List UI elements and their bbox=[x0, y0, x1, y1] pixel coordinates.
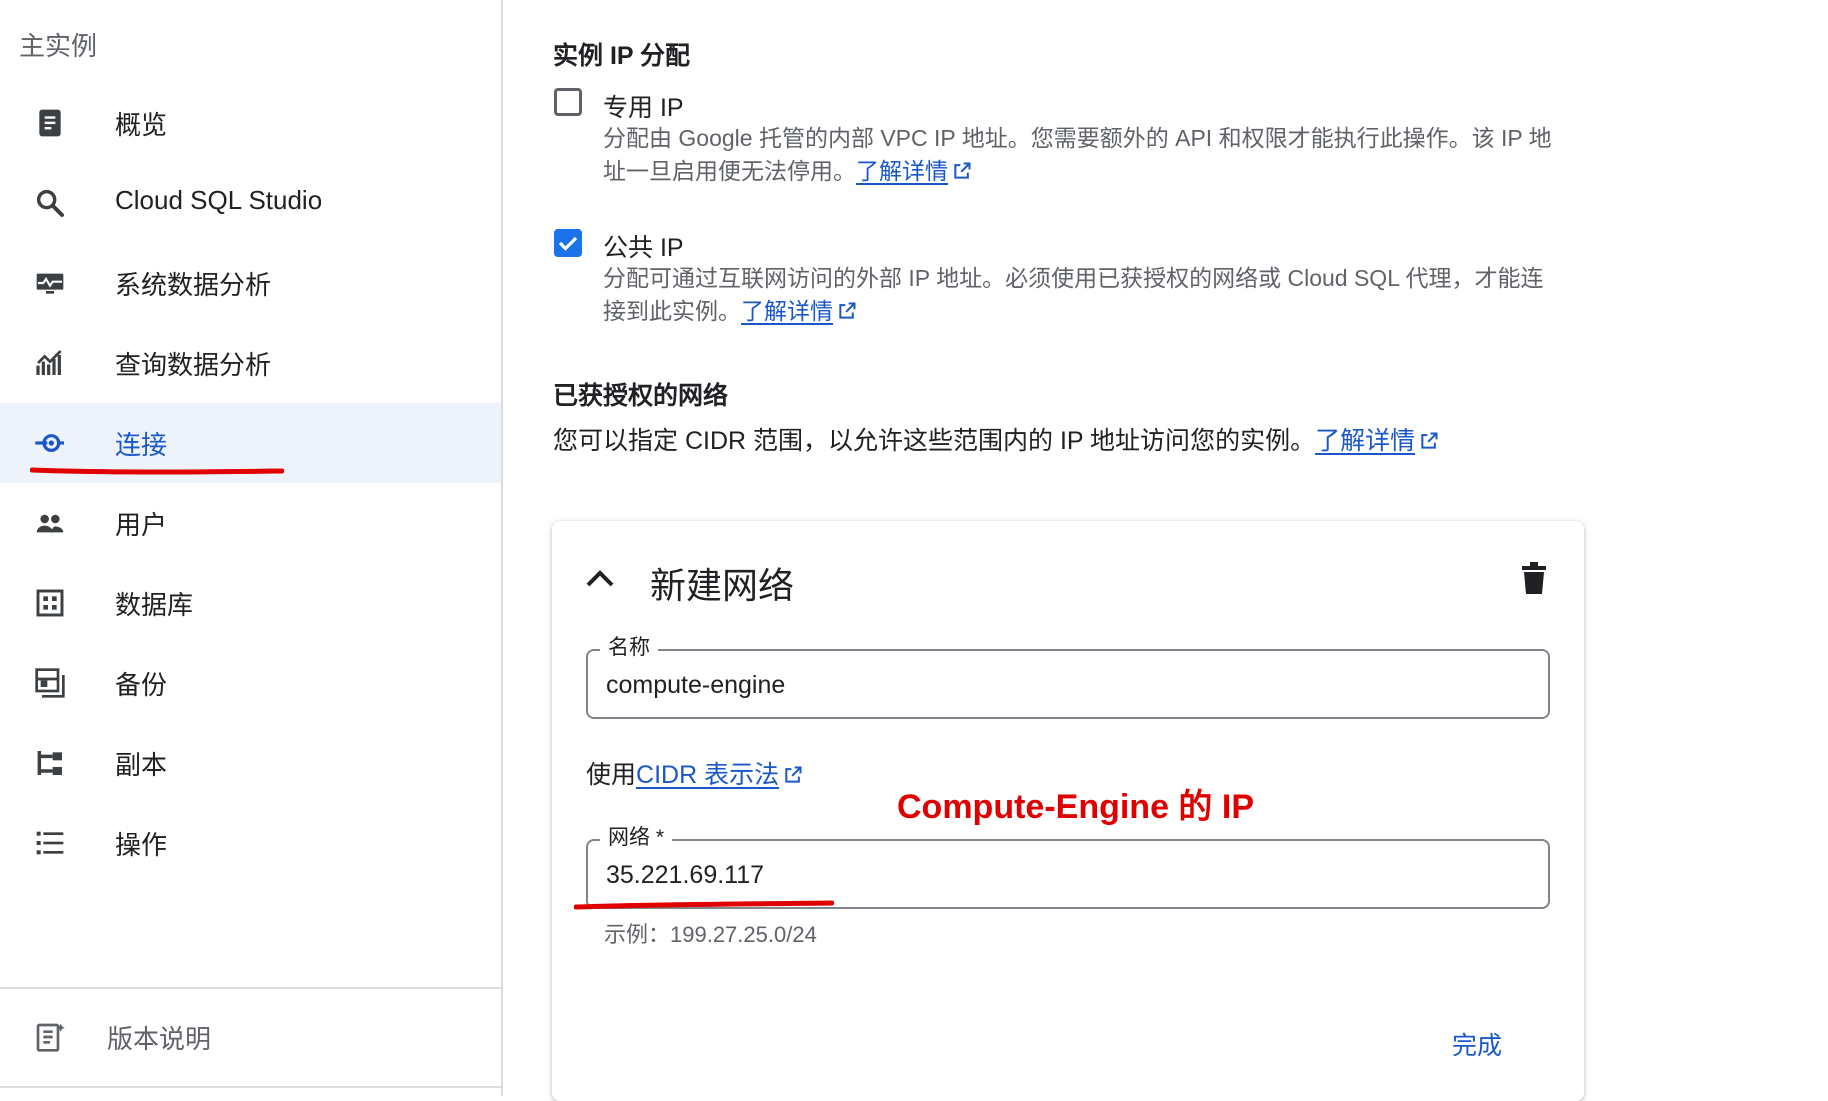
private-ip-label: 专用 IP bbox=[603, 94, 684, 122]
sidebar-item-label: 用户 bbox=[115, 510, 168, 540]
sidebar-item-query-insights[interactable]: 查询数据分析 bbox=[0, 323, 501, 403]
connect-icon bbox=[35, 434, 64, 452]
search-icon bbox=[36, 189, 64, 217]
authorized-networks-desc-text: 您可以指定 CIDR 范围，以允许这些范围内的 IP 地址访问您的实例。 bbox=[553, 427, 1316, 455]
red-underline-annotation bbox=[574, 900, 834, 910]
checkmark-icon bbox=[558, 236, 578, 251]
sidebar-item-system-insights[interactable]: 系统数据分析 bbox=[0, 243, 501, 323]
database-grid-icon bbox=[36, 589, 64, 617]
release-notes-link[interactable]: 版本说明 bbox=[0, 997, 501, 1077]
external-link-icon bbox=[785, 766, 802, 783]
sidebar-title: 主实例 bbox=[19, 31, 98, 61]
sidebar-item-label: 概览 bbox=[115, 110, 168, 140]
name-field-label: 名称 bbox=[600, 635, 658, 661]
new-network-title: 新建网络 bbox=[650, 565, 795, 606]
sidebar-divider bbox=[0, 987, 501, 989]
network-example-hint: 示例：199.27.25.0/24 bbox=[604, 922, 817, 947]
red-annotation-text: Compute-Engine 的 IP bbox=[897, 788, 1254, 826]
chart-icon bbox=[36, 350, 62, 375]
external-link-icon bbox=[1421, 432, 1438, 449]
backup-icon bbox=[35, 668, 65, 698]
chevron-up-icon[interactable] bbox=[584, 565, 616, 589]
authorized-networks-title: 已获授权的网络 bbox=[553, 382, 729, 410]
authorized-learn-more-link[interactable]: 了解详情 bbox=[1315, 427, 1415, 455]
name-field-value[interactable]: compute-engine bbox=[606, 671, 785, 700]
sidebar-item-label: 查询数据分析 bbox=[115, 350, 272, 380]
network-field-value[interactable]: 35.221.69.117 bbox=[606, 861, 764, 890]
public-ip-help-line1: 分配可通过互联网访问的外部 IP 地址。必须使用已获授权的网络或 Cloud S… bbox=[603, 265, 1544, 291]
private-ip-help-line1: 分配由 Google 托管的内部 VPC IP 地址。您需要额外的 API 和权… bbox=[603, 125, 1552, 151]
cidr-prefix: 使用 bbox=[586, 761, 637, 789]
done-button[interactable]: 完成 bbox=[1452, 1026, 1502, 1062]
list-icon bbox=[36, 831, 64, 855]
external-link-icon bbox=[839, 302, 856, 319]
sidebar-item-label: 数据库 bbox=[115, 590, 194, 620]
release-notes-label: 版本说明 bbox=[107, 1024, 212, 1054]
sidebar-item-label: 备份 bbox=[115, 670, 168, 700]
sidebar-item-users[interactable]: 用户 bbox=[0, 483, 501, 563]
sidebar-divider bbox=[0, 1086, 501, 1088]
red-underline-annotation bbox=[30, 467, 284, 475]
private-ip-help-line2: 址一旦启用便无法停用。 bbox=[603, 158, 856, 184]
trash-icon[interactable] bbox=[1520, 561, 1548, 595]
sidebar-item-label: 连接 bbox=[115, 430, 168, 460]
name-field[interactable]: 名称 compute-engine bbox=[586, 635, 1550, 719]
sidebar-item-label: Cloud SQL Studio bbox=[115, 185, 323, 215]
sidebar: 主实例 概览 Cloud SQL Studio 系统数据分析 查询数据分析 连接… bbox=[0, 0, 503, 1096]
private-ip-learn-more-link[interactable]: 了解详情 bbox=[856, 158, 948, 184]
sidebar-item-label: 副本 bbox=[115, 750, 168, 780]
ip-section-title: 实例 IP 分配 bbox=[553, 42, 691, 70]
sidebar-item-replicas[interactable]: 副本 bbox=[0, 723, 501, 803]
external-link-icon bbox=[954, 162, 971, 179]
sidebar-item-label: 系统数据分析 bbox=[115, 270, 272, 300]
monitor-pulse-icon bbox=[36, 273, 64, 294]
sidebar-item-cloud-sql-studio[interactable]: Cloud SQL Studio bbox=[0, 163, 501, 243]
cidr-hint: 使用CIDR 表示法 bbox=[586, 755, 803, 791]
public-ip-checkbox[interactable] bbox=[554, 229, 582, 257]
public-ip-learn-more-link[interactable]: 了解详情 bbox=[741, 298, 833, 324]
authorized-networks-desc: 您可以指定 CIDR 范围，以允许这些范围内的 IP 地址访问您的实例。了解详情 bbox=[553, 421, 1439, 457]
private-ip-help: 分配由 Google 托管的内部 VPC IP 地址。您需要额外的 API 和权… bbox=[603, 122, 1663, 188]
cidr-notation-link[interactable]: CIDR 表示法 bbox=[636, 761, 779, 789]
sidebar-item-databases[interactable]: 数据库 bbox=[0, 563, 501, 643]
replica-icon bbox=[37, 751, 62, 775]
private-ip-checkbox[interactable] bbox=[554, 88, 582, 116]
public-ip-help: 分配可通过互联网访问的外部 IP 地址。必须使用已获授权的网络或 Cloud S… bbox=[603, 262, 1663, 328]
sidebar-item-backups[interactable]: 备份 bbox=[0, 643, 501, 723]
public-ip-help-line2: 接到此实例。 bbox=[603, 298, 741, 324]
sidebar-item-overview[interactable]: 概览 bbox=[0, 83, 501, 163]
people-icon bbox=[36, 514, 64, 533]
release-notes-icon bbox=[36, 1023, 65, 1052]
sidebar-item-operations[interactable]: 操作 bbox=[0, 803, 501, 883]
new-network-card: 新建网络 名称 compute-engine 使用CIDR 表示法 Comput… bbox=[552, 521, 1584, 1101]
network-field-label: 网络 * bbox=[600, 825, 673, 851]
public-ip-label: 公共 IP bbox=[603, 234, 684, 262]
document-icon bbox=[39, 109, 61, 137]
sidebar-item-label: 操作 bbox=[115, 830, 168, 860]
